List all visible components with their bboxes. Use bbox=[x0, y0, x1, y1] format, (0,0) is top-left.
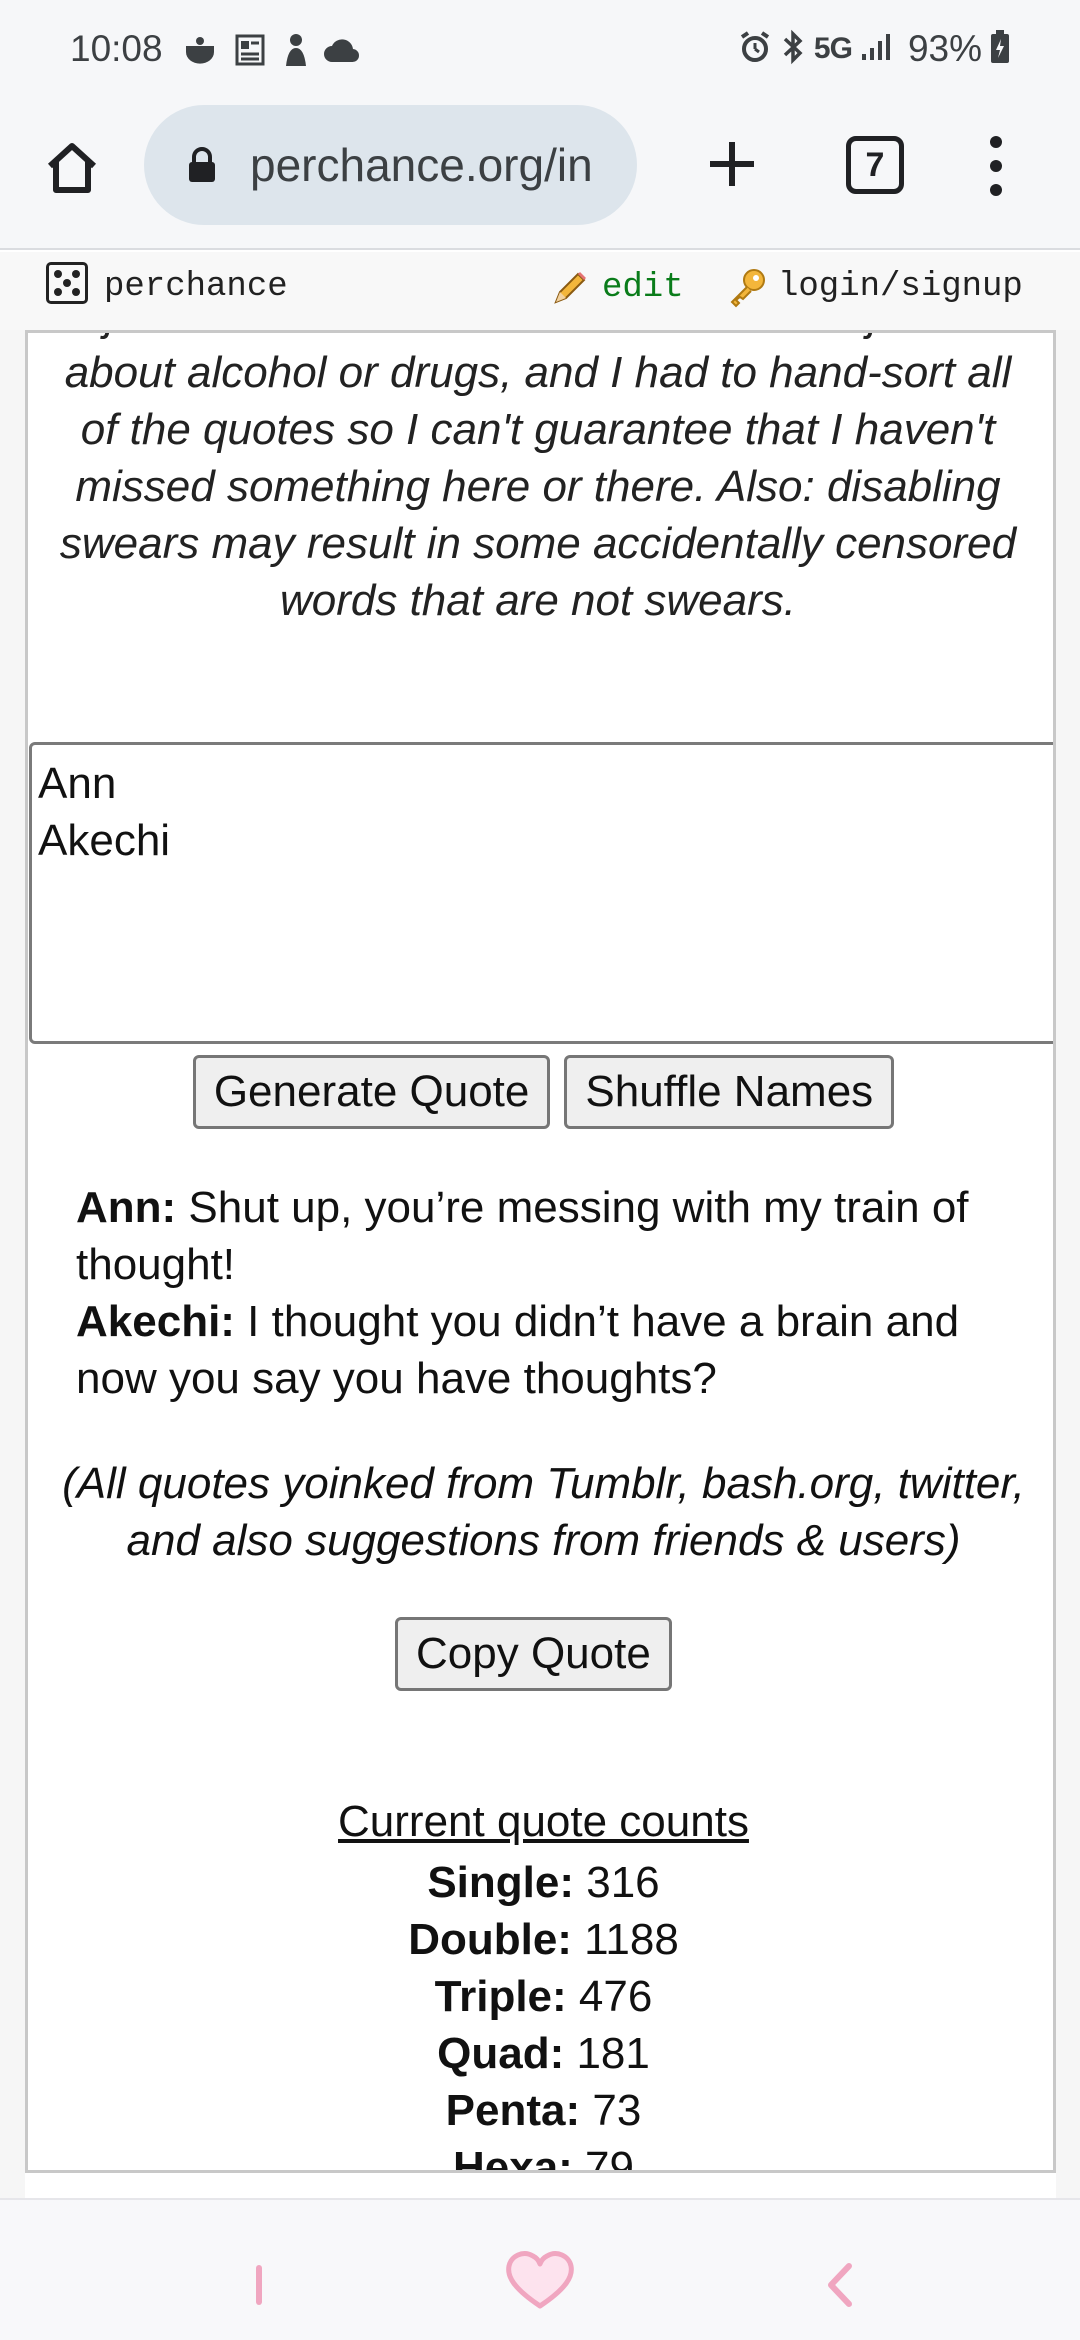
count-label: Penta: bbox=[445, 2086, 581, 2135]
back-icon bbox=[828, 2263, 852, 2307]
key-icon bbox=[730, 269, 765, 308]
count-row: Hexa: 79 bbox=[28, 2139, 1053, 2173]
cloud-icon bbox=[320, 30, 364, 70]
home-button[interactable] bbox=[36, 132, 108, 204]
status-bar: 10:08 5G 93% bbox=[0, 0, 1080, 100]
dice-icon[interactable] bbox=[46, 262, 88, 304]
perchance-header: perchance edit login/signup bbox=[0, 252, 1080, 330]
edit-link[interactable]: edit bbox=[550, 268, 684, 308]
plus-icon bbox=[710, 142, 754, 186]
count-row: Single: 316 bbox=[28, 1854, 1053, 1911]
shuffle-names-button[interactable]: Shuffle Names bbox=[564, 1055, 895, 1129]
home-icon bbox=[47, 143, 97, 193]
count-label: Single: bbox=[427, 1858, 575, 1907]
quote-counts-title: Current quote counts bbox=[338, 1797, 749, 1846]
quote-speaker: Akechi: bbox=[76, 1297, 235, 1346]
login-signup-link[interactable]: login/signup bbox=[726, 266, 1023, 308]
back-button[interactable] bbox=[806, 2250, 876, 2320]
count-row: Double: 1188 bbox=[28, 1911, 1053, 1968]
app-notification-icon bbox=[276, 30, 316, 70]
battery-charging-icon bbox=[990, 29, 1010, 69]
quote-output: Ann: Shut up, you’re messing with my tra… bbox=[76, 1179, 1016, 1407]
quote-counts-list: Single: 316 Double: 1188 Triple: 476 Qua… bbox=[28, 1854, 1053, 2173]
quote-speaker: Ann: bbox=[76, 1183, 177, 1232]
edit-label: edit bbox=[602, 269, 684, 307]
menu-dot bbox=[990, 136, 1002, 148]
status-time: 10:08 bbox=[70, 28, 163, 69]
overflow-menu-button[interactable] bbox=[968, 130, 1024, 202]
system-nav-bar bbox=[0, 2198, 1080, 2340]
swear-filter-disclaimer: jokes. It does not remove all chance of … bbox=[59, 333, 1017, 625]
attribution-note: (All quotes yoinked from Tumblr, bash.or… bbox=[62, 1459, 1025, 1565]
bluetooth-icon bbox=[780, 29, 806, 70]
generator-frame: jokes. It does not remove all chance of … bbox=[25, 330, 1056, 2173]
url-bar[interactable]: perchance.org/in bbox=[144, 105, 637, 225]
count-value: 73 bbox=[580, 2086, 642, 2135]
url-text[interactable]: perchance.org/in bbox=[250, 138, 593, 192]
count-value: 1188 bbox=[571, 1915, 679, 1964]
action-buttons: Generate Quote Shuffle Names bbox=[28, 1055, 1053, 1129]
count-label: Quad: bbox=[437, 2029, 565, 2078]
lock-icon[interactable] bbox=[184, 143, 220, 187]
count-value: 79 bbox=[572, 2143, 634, 2173]
alarm-icon bbox=[738, 30, 772, 69]
page-margin bbox=[0, 330, 25, 2200]
count-row: Quad: 181 bbox=[28, 2025, 1053, 2082]
count-value: 476 bbox=[566, 1972, 653, 2021]
count-label: Hexa: bbox=[452, 2143, 573, 2173]
heart-icon bbox=[506, 2251, 574, 2309]
signal-icon bbox=[860, 32, 894, 67]
network-type: 5G bbox=[813, 32, 853, 65]
login-signup-label: login/signup bbox=[778, 268, 1023, 306]
page-margin bbox=[1056, 330, 1080, 2200]
tab-switcher-button[interactable]: 7 bbox=[846, 136, 904, 194]
home-nav-button[interactable] bbox=[500, 2240, 580, 2320]
news-icon bbox=[230, 30, 270, 70]
generate-quote-button[interactable]: Generate Quote bbox=[192, 1055, 551, 1129]
count-row: Penta: 73 bbox=[28, 2082, 1053, 2139]
pencil-icon bbox=[554, 272, 586, 304]
quote-line: Akechi: I thought you didn’t have a brai… bbox=[76, 1293, 1016, 1407]
battery-percent: 93% bbox=[907, 28, 982, 69]
count-value: 181 bbox=[564, 2029, 650, 2078]
copy-quote-button[interactable]: Copy Quote bbox=[395, 1617, 672, 1691]
count-value: 316 bbox=[574, 1858, 660, 1907]
menu-dot bbox=[990, 184, 1002, 196]
count-label: Double: bbox=[408, 1915, 572, 1964]
quote-text: Shut up, you’re messing with my train of… bbox=[76, 1183, 969, 1289]
count-row: Triple: 476 bbox=[28, 1968, 1053, 2025]
names-input[interactable]: Ann Akechi bbox=[29, 742, 1053, 1044]
new-tab-button[interactable] bbox=[696, 128, 768, 200]
site-name-link[interactable]: perchance bbox=[104, 268, 288, 306]
cooking-pot-icon bbox=[180, 30, 220, 70]
recents-icon bbox=[256, 2265, 262, 2305]
status-right: 5G 93% bbox=[738, 26, 1010, 72]
menu-dot bbox=[990, 160, 1002, 172]
recents-button[interactable] bbox=[224, 2250, 294, 2320]
count-label: Triple: bbox=[434, 1972, 567, 2021]
browser-toolbar: perchance.org/in 7 bbox=[0, 100, 1080, 250]
quote-line: Ann: Shut up, you’re messing with my tra… bbox=[76, 1179, 1016, 1293]
